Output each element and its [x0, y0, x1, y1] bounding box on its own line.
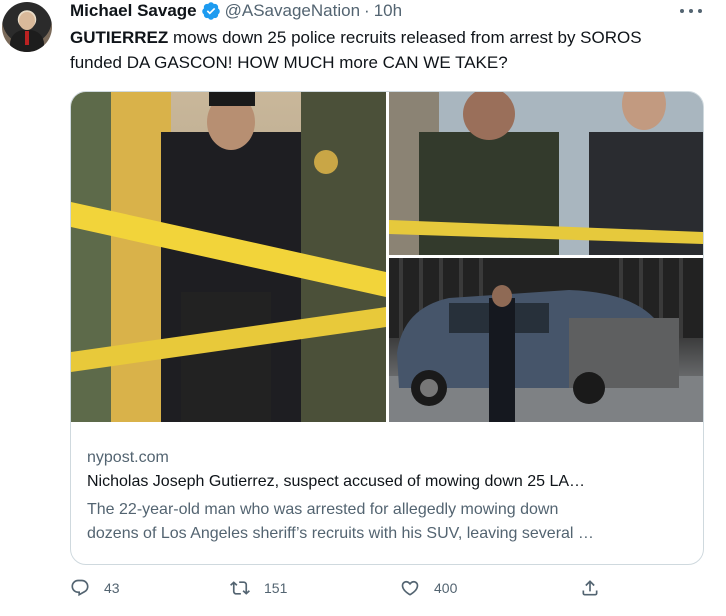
like-count: 400: [434, 580, 458, 596]
tweet-text: GUTIERREZ mows down 25 police recruits r…: [70, 25, 710, 75]
share-button[interactable]: [580, 578, 600, 598]
tweet-text-line: funded DA GASCON! HOW MUCH more CAN WE T…: [70, 53, 508, 72]
like-icon: [401, 580, 419, 596]
reply-count: 43: [104, 580, 120, 596]
card-domain: nypost.com: [87, 449, 169, 466]
retweet-icon: [230, 581, 250, 595]
author-name[interactable]: Michael Savage: [70, 1, 197, 21]
retweet-button[interactable]: 151: [230, 578, 287, 598]
retweet-count: 151: [264, 580, 288, 596]
more-options-icon[interactable]: [680, 2, 702, 20]
verified-badge-icon: [201, 2, 220, 20]
tweet-header: Michael Savage @ASavageNation · 10h: [70, 0, 402, 22]
link-card[interactable]: nypost.com Nicholas Joseph Gutierrez, su…: [70, 91, 704, 565]
author-handle[interactable]: @ASavageNation: [225, 1, 360, 21]
card-image-crashed-suv: [389, 258, 703, 422]
card-description-line: The 22-year-old man who was arrested for…: [87, 501, 559, 518]
reply-button[interactable]: 43: [70, 578, 120, 598]
timestamp[interactable]: 10h: [374, 1, 402, 21]
card-image-suspect: [71, 92, 386, 422]
reply-icon: [71, 579, 89, 597]
card-description-line: dozens of Los Angeles sheriff’s recruits…: [87, 525, 594, 542]
card-image-officer: [389, 92, 703, 255]
card-title[interactable]: Nicholas Joseph Gutierrez, suspect accus…: [87, 473, 687, 491]
separator-dot: ·: [364, 1, 370, 20]
like-button[interactable]: 400: [400, 578, 457, 598]
avatar[interactable]: [2, 2, 52, 52]
card-description: The 22-year-old man who was arrested for…: [87, 498, 687, 546]
tweet: Michael Savage @ASavageNation · 10h GUTI…: [0, 0, 726, 616]
action-bar: 43 151 400: [70, 578, 630, 606]
tweet-text-line: GUTIERREZ mows down 25 police recruits r…: [70, 28, 642, 47]
share-icon: [582, 580, 598, 596]
